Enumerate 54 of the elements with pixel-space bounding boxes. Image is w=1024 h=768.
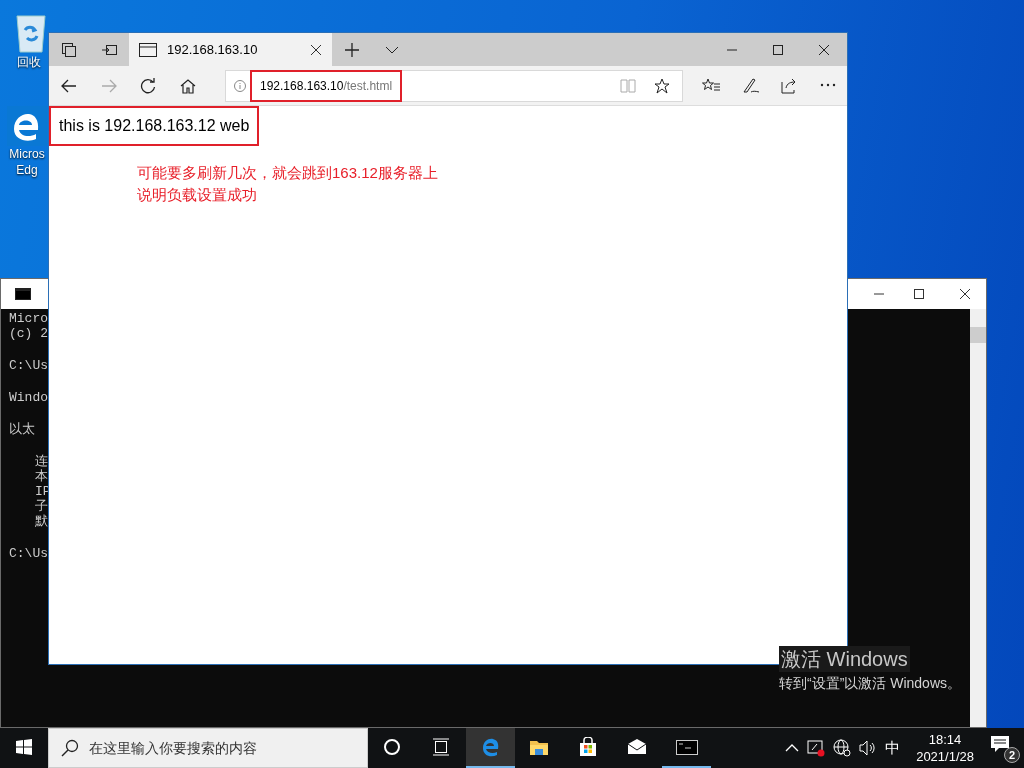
chevron-down-icon[interactable] [385,45,399,54]
console-icon [675,737,698,757]
maximize-icon[interactable] [911,286,927,302]
notification-icon[interactable] [990,735,1010,753]
annotation-text: 说明负载设置成功 [137,185,258,205]
console-icon [15,288,31,300]
annotation-text: 可能要多刷新几次，就会跳到163.12服务器上 [137,163,439,183]
console-line: Micro [9,311,49,326]
mail-icon [626,737,649,757]
icon-label: Micros [9,146,45,162]
console-line: C:\Us [9,358,49,373]
console-line: 连 [35,454,49,469]
home-icon[interactable] [180,77,198,94]
browser-tab[interactable]: 192.168.163.10 [129,33,332,66]
plus-icon[interactable] [344,41,360,58]
windows-logo-icon[interactable] [16,739,32,755]
page-text: this is 192.168.163.12 web [49,106,260,146]
search-field[interactable]: 在这里输入你要搜索的内容 [48,728,368,768]
chevron-up-icon[interactable] [785,744,800,752]
console-line: 默 [35,514,49,529]
clock-date[interactable]: 2021/1/28 [916,748,974,765]
back-arrow-icon[interactable] [60,77,78,94]
clock-time[interactable]: 18:14 [916,731,974,748]
notification-count: 2 [1004,747,1020,763]
console-line: Windo [9,390,49,405]
share-icon[interactable] [779,77,798,94]
info-icon [234,79,246,92]
pen-icon[interactable] [740,77,759,94]
console-line: C:\Us [9,546,49,561]
star-icon[interactable] [654,77,670,94]
icon-label: 回收 [17,54,41,70]
speaker-icon[interactable] [859,740,878,756]
close-icon[interactable] [957,286,973,302]
console-line: 本 [35,469,49,484]
address-field[interactable]: 192.168.163.10/test.html [250,69,403,102]
close-icon[interactable] [310,43,322,56]
edge-icon[interactable] [7,106,47,146]
search-icon [61,739,79,757]
refresh-icon[interactable] [140,77,158,94]
globe-icon[interactable] [833,739,852,757]
activation-title: 激活 Windows [779,646,910,672]
console-line: 以太 [9,422,36,437]
console-line: 子 [35,499,49,514]
tabs-icon[interactable] [61,41,77,58]
tab-title: 192.168.163.10 [167,40,259,59]
input-method-indicator[interactable]: 中 [885,736,901,760]
scrollbar[interactable] [970,309,986,727]
console-line: (c) 2 [9,326,49,341]
activation-message: 转到“设置”以激活 Windows。 [779,674,961,693]
icon-label: Edg [16,162,38,178]
favorites-list-icon[interactable] [701,77,720,94]
network-status-icon[interactable] [807,739,826,757]
page-icon [139,42,157,57]
edge-taskbar-button[interactable] [466,728,515,768]
